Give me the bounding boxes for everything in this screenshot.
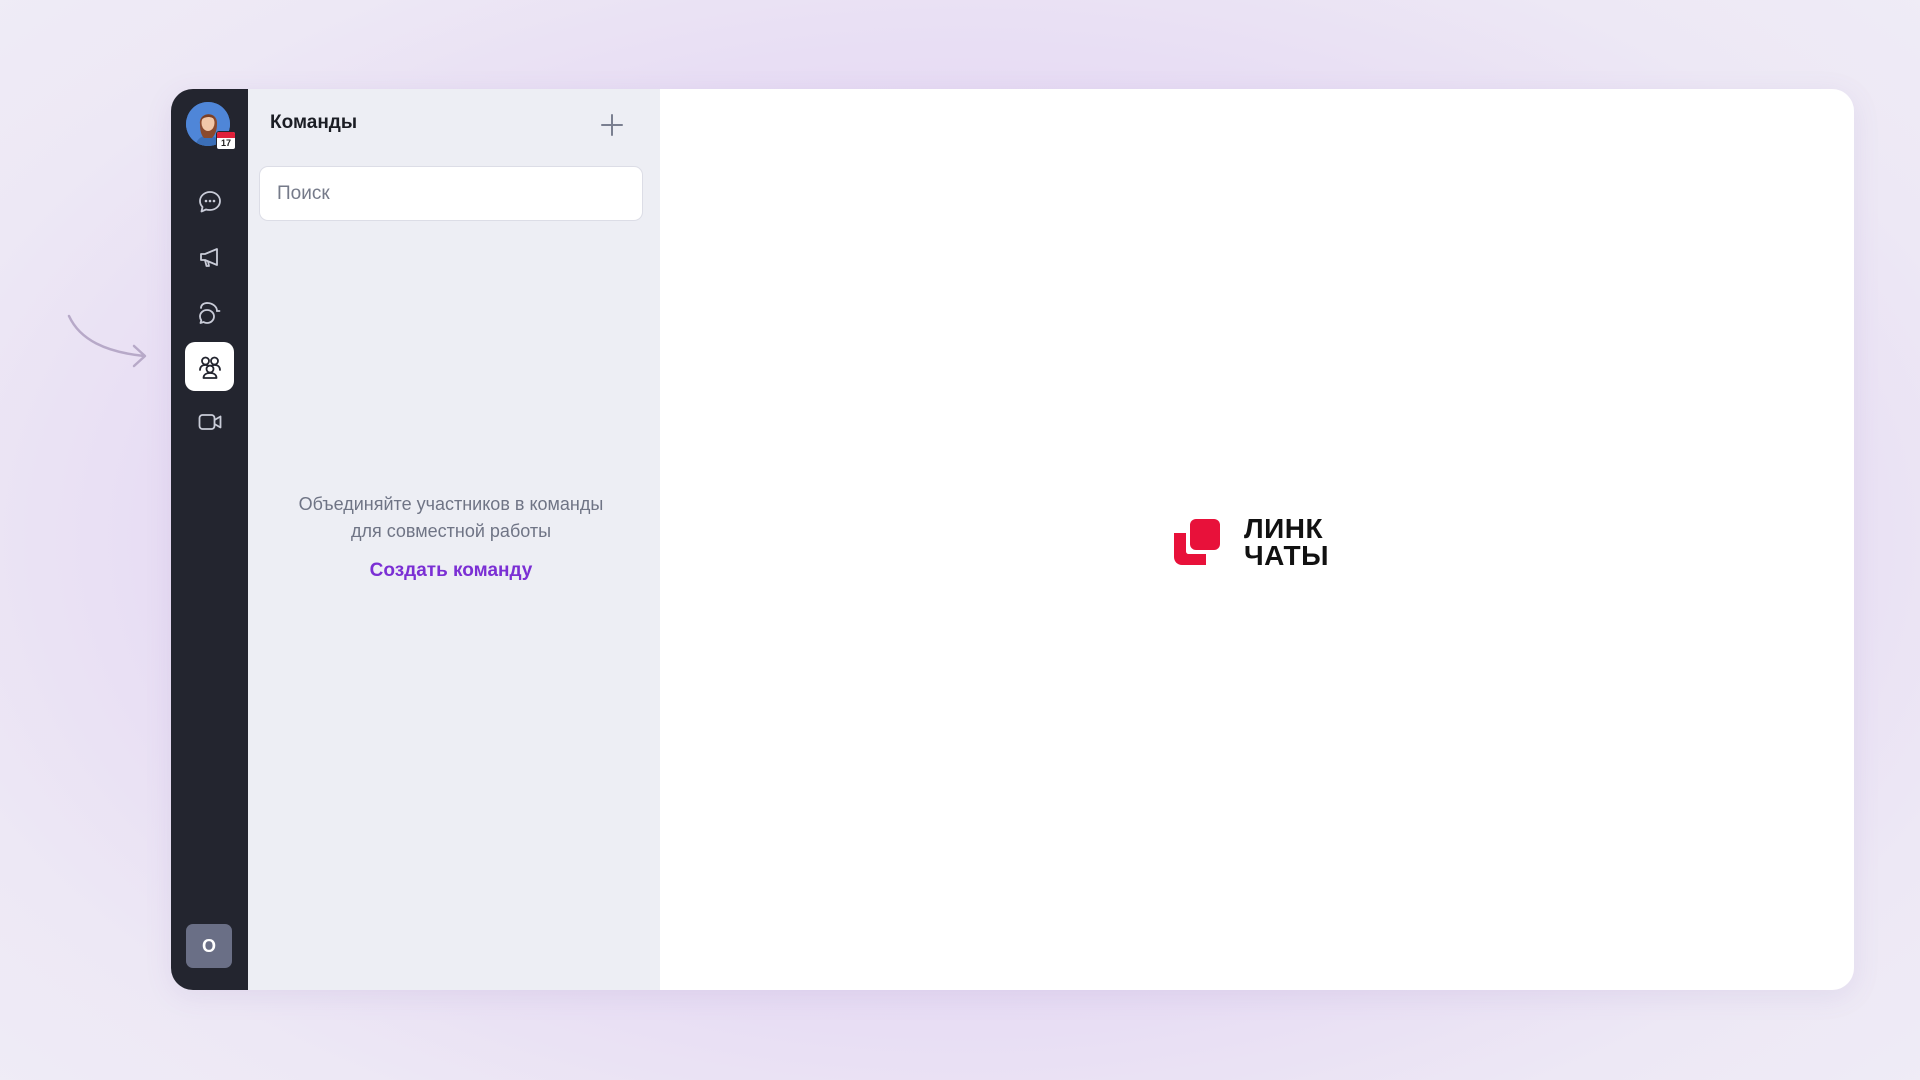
hint-arrow-icon (67, 314, 147, 368)
logo-mark-icon (1174, 519, 1220, 565)
add-team-plus-icon[interactable] (598, 111, 626, 139)
calendar-badge-day: 17 (220, 138, 231, 148)
people-group-icon (198, 356, 221, 379)
app-window: 17 О Команды Поиск Объединяйте участнико… (171, 89, 1854, 990)
logo-wordmark: ЛИНК ЧАТЫ (1244, 513, 1330, 571)
nav-video-calls-button[interactable] (185, 397, 234, 446)
empty-state-line-1: Объединяйте участников в команды (298, 494, 604, 514)
search-input[interactable] (259, 166, 643, 221)
chat-bubble-icon (198, 190, 221, 212)
create-team-link[interactable]: Создать команду (370, 560, 533, 582)
nav-threads-button[interactable] (185, 287, 234, 336)
profile-avatar[interactable]: 17 (186, 102, 236, 150)
threads-icon (198, 301, 220, 324)
user-menu-button[interactable]: О (186, 924, 232, 968)
panel-title: Команды (270, 112, 358, 133)
nav-rail: 17 О (171, 89, 248, 990)
main-content: ЛИНК ЧАТЫ (660, 89, 1854, 990)
logo-line-1: ЛИНК (1244, 513, 1324, 544)
megaphone-icon (199, 247, 218, 267)
video-camera-icon (198, 413, 221, 430)
calendar-badge-icon: 17 (216, 131, 236, 150)
nav-chats-button[interactable] (185, 177, 234, 226)
nav-channels-button[interactable] (185, 232, 234, 281)
empty-state: Объединяйте участников в команды для сов… (248, 491, 654, 582)
product-logo: ЛИНК ЧАТЫ (1172, 513, 1330, 571)
empty-state-text: Объединяйте участников в команды для сов… (248, 491, 654, 545)
empty-state-line-2: для совместной работы (350, 521, 552, 541)
nav-teams-button[interactable] (185, 342, 234, 391)
logo-line-2: ЧАТЫ (1244, 540, 1330, 571)
teams-panel: Команды Объединяйте участников в команды… (248, 89, 660, 990)
